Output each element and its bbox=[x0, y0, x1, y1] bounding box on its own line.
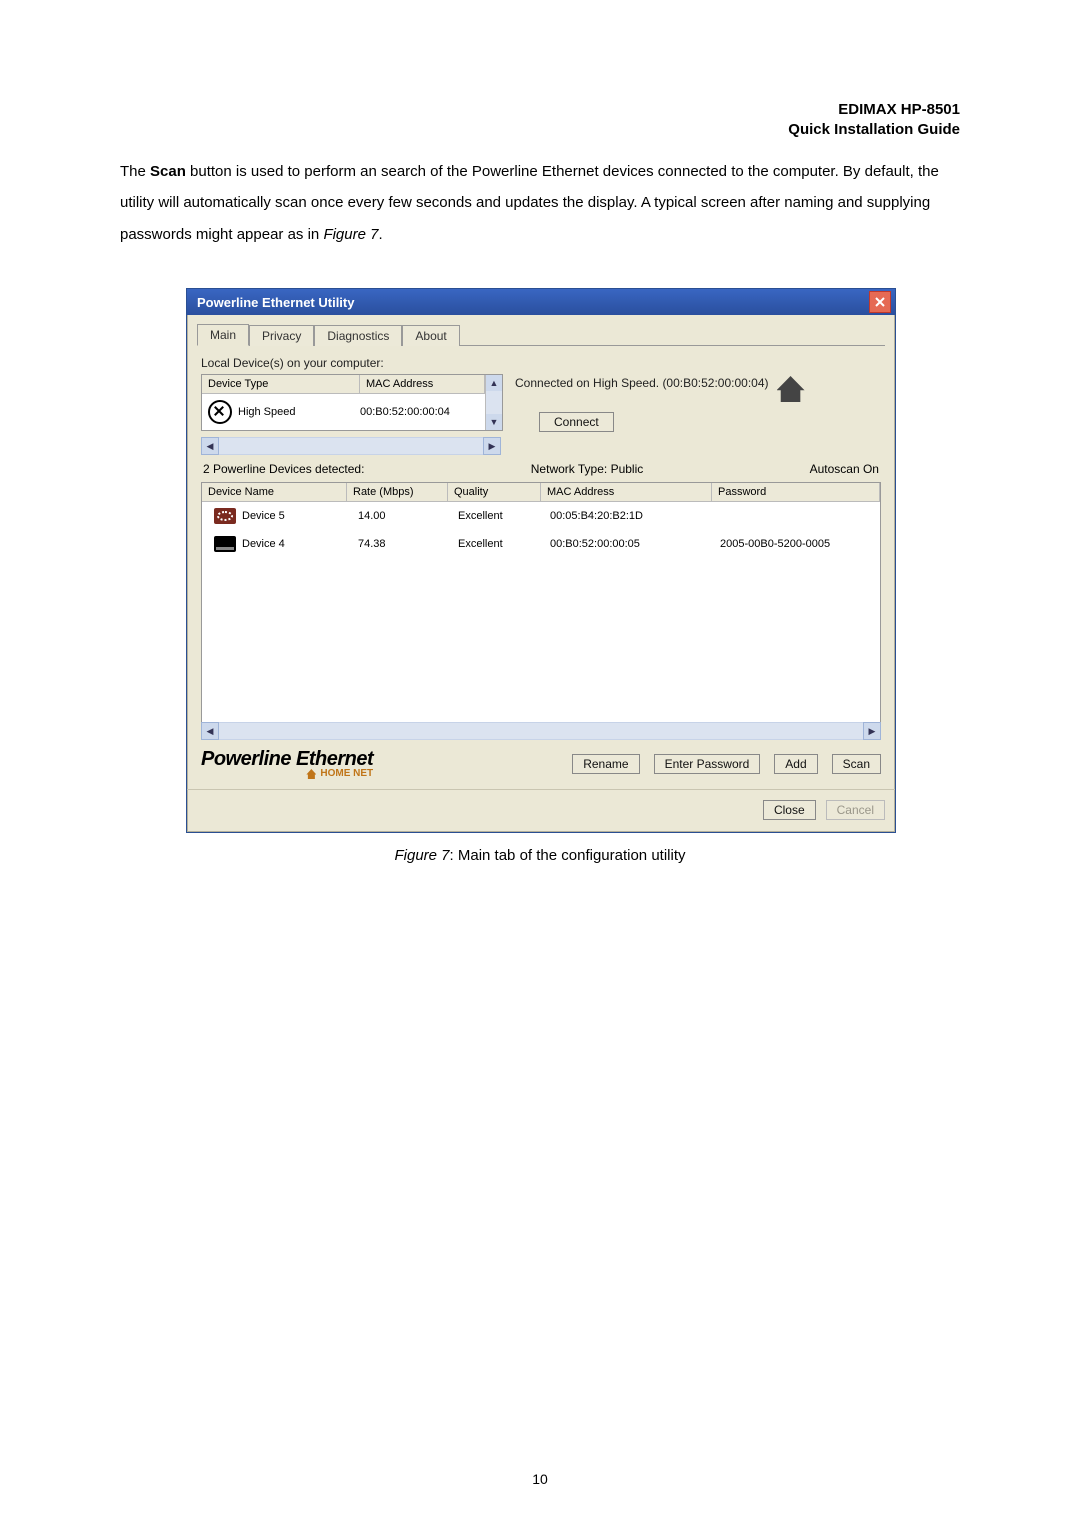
tab-body: Local Device(s) on your computer: Device… bbox=[197, 345, 885, 779]
tab-row: Main Privacy Diagnostics About bbox=[187, 315, 895, 345]
intro-paragraph: The Scan button is used to perform an se… bbox=[120, 156, 960, 251]
doc-header-line1: EDIMAX HP-8501 bbox=[120, 100, 960, 120]
local-device-row[interactable]: High Speed 00:B0:52:00:00:04 bbox=[202, 394, 485, 430]
home-icon bbox=[306, 769, 316, 779]
chevron-right-icon[interactable]: ▶ bbox=[483, 437, 501, 455]
col-quality[interactable]: Quality bbox=[448, 483, 541, 501]
rename-button[interactable]: Rename bbox=[572, 754, 639, 774]
caption-rest: : Main tab of the configuration utility bbox=[450, 847, 686, 864]
tab-diagnostics[interactable]: Diagnostics bbox=[314, 325, 402, 346]
table-row[interactable]: Device 4 74.38 Excellent 00:B0:52:00:00:… bbox=[202, 530, 880, 558]
status-row: 2 Powerline Devices detected: Network Ty… bbox=[203, 462, 879, 476]
tab-main[interactable]: Main bbox=[197, 324, 249, 346]
figure-caption: Figure 7: Main tab of the configuration … bbox=[186, 847, 894, 864]
caption-figref: Figure 7 bbox=[395, 847, 450, 864]
scan-button[interactable]: Scan bbox=[832, 754, 881, 774]
tab-privacy[interactable]: Privacy bbox=[249, 325, 314, 346]
page-number: 10 bbox=[0, 1471, 1080, 1487]
device-type-icon bbox=[208, 400, 232, 424]
chevron-left-icon[interactable]: ◀ bbox=[201, 722, 219, 740]
col-device-name[interactable]: Device Name bbox=[202, 483, 347, 501]
device-icon bbox=[214, 536, 236, 552]
device-name: Device 5 bbox=[242, 510, 285, 522]
remote-horizontal-scrollbar[interactable]: ◀ ▶ bbox=[201, 723, 881, 739]
col-password[interactable]: Password bbox=[712, 483, 880, 501]
doc-header: EDIMAX HP-8501 Quick Installation Guide bbox=[120, 100, 960, 141]
intro-t1: The bbox=[120, 163, 150, 180]
dialog-footer: Close Cancel bbox=[187, 789, 895, 832]
connected-status-text: Connected on High Speed. (00:B0:52:00:00… bbox=[515, 376, 769, 390]
brand-line2: HOME NET bbox=[320, 769, 373, 779]
utility-window: Powerline Ethernet Utility Main Privacy … bbox=[186, 288, 896, 833]
device-mac: 00:B0:52:00:00:05 bbox=[544, 538, 714, 550]
scroll-track[interactable] bbox=[219, 722, 863, 740]
connect-button[interactable]: Connect bbox=[539, 412, 614, 432]
scroll-track[interactable] bbox=[219, 437, 483, 455]
remote-devices-table: Device Name Rate (Mbps) Quality MAC Addr… bbox=[201, 482, 881, 723]
device-quality: Excellent bbox=[452, 538, 544, 550]
device-mac: 00:05:B4:20:B2:1D bbox=[544, 510, 714, 522]
device-name: Device 4 bbox=[242, 538, 285, 550]
device-password: 2005-00B0-5200-0005 bbox=[714, 538, 874, 550]
intro-scan-word: Scan bbox=[150, 163, 186, 180]
device-rate: 74.38 bbox=[352, 538, 452, 550]
local-table-scrollbar[interactable]: ▲ ▼ bbox=[485, 375, 502, 430]
intro-t3: . bbox=[378, 226, 382, 243]
screenshot: Powerline Ethernet Utility Main Privacy … bbox=[186, 288, 894, 864]
chevron-up-icon[interactable]: ▲ bbox=[486, 375, 502, 391]
device-icon bbox=[214, 508, 236, 524]
device-quality: Excellent bbox=[452, 510, 544, 522]
chevron-left-icon[interactable]: ◀ bbox=[201, 437, 219, 455]
enter-password-button[interactable]: Enter Password bbox=[654, 754, 761, 774]
window-title: Powerline Ethernet Utility bbox=[197, 295, 354, 310]
local-header-type[interactable]: Device Type bbox=[202, 375, 360, 394]
home-icon bbox=[777, 376, 805, 402]
tab-about[interactable]: About bbox=[402, 325, 459, 346]
local-devices-table: Device Type MAC Address High Speed 00:B0… bbox=[201, 374, 503, 431]
cancel-button: Cancel bbox=[826, 800, 885, 820]
brand-line1: Powerline Ethernet bbox=[201, 749, 373, 769]
intro-figref: Figure 7 bbox=[323, 226, 378, 243]
local-header-mac[interactable]: MAC Address bbox=[360, 375, 485, 394]
device-rate: 14.00 bbox=[352, 510, 452, 522]
titlebar: Powerline Ethernet Utility bbox=[187, 289, 895, 315]
local-device-type: High Speed bbox=[238, 406, 354, 418]
close-button[interactable]: Close bbox=[763, 800, 816, 820]
network-type-text: Network Type: Public bbox=[531, 462, 644, 476]
col-rate[interactable]: Rate (Mbps) bbox=[347, 483, 448, 501]
autoscan-text: Autoscan On bbox=[810, 462, 879, 476]
doc-header-line2: Quick Installation Guide bbox=[120, 120, 960, 140]
chevron-right-icon[interactable]: ▶ bbox=[863, 722, 881, 740]
add-button[interactable]: Add bbox=[774, 754, 817, 774]
col-mac[interactable]: MAC Address bbox=[541, 483, 712, 501]
chevron-down-icon[interactable]: ▼ bbox=[486, 414, 502, 430]
table-row[interactable]: Device 5 14.00 Excellent 00:05:B4:20:B2:… bbox=[202, 502, 880, 530]
close-icon[interactable] bbox=[869, 291, 891, 313]
local-device-mac: 00:B0:52:00:00:04 bbox=[360, 406, 479, 418]
brand-logo: Powerline Ethernet HOME NET bbox=[201, 749, 373, 779]
local-horizontal-scrollbar[interactable]: ◀ ▶ bbox=[201, 438, 501, 454]
intro-t2: button is used to perform an search of t… bbox=[120, 163, 939, 243]
local-devices-label: Local Device(s) on your computer: bbox=[201, 356, 881, 370]
devices-detected-text: 2 Powerline Devices detected: bbox=[203, 462, 364, 476]
